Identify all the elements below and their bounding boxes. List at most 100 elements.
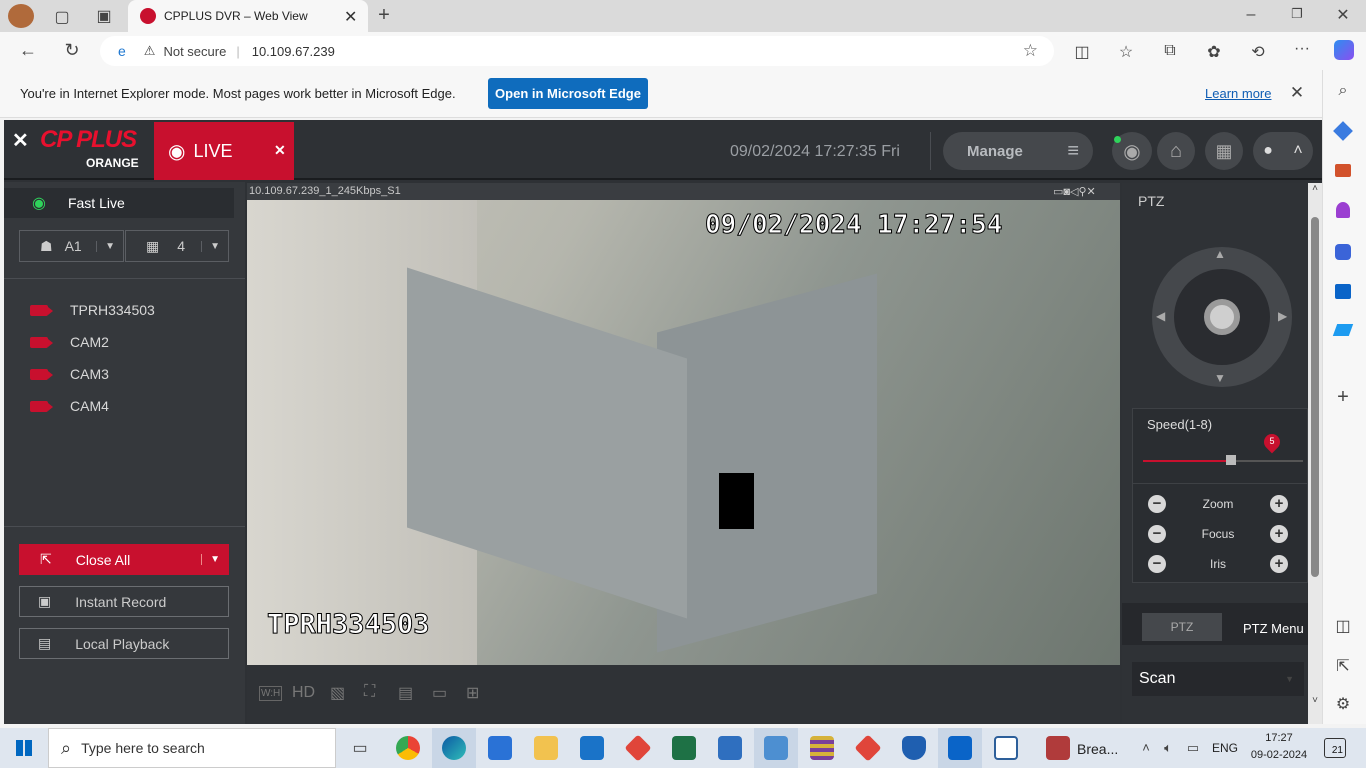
camera-item[interactable]: CAM3 [30,366,109,382]
iris-minus-button[interactable]: − [1148,555,1166,573]
hd-button[interactable]: HD [292,684,315,702]
more-menu-icon[interactable]: ··· [1292,40,1312,58]
camera-item[interactable]: TPRH334503 [30,302,155,318]
window-icon[interactable] [994,736,1018,760]
ptz-center-button[interactable] [1204,299,1240,335]
quad-window-icon[interactable]: ⊞ [466,683,479,703]
fast-live-header[interactable]: ◉ Fast Live [4,188,234,218]
active-tab[interactable]: CPPLUS DVR – Web View ✕ [128,0,368,32]
iris-plus-button[interactable]: + [1270,555,1288,573]
outlook-icon[interactable] [948,736,972,760]
scan-select[interactable]: Scan ▼ [1132,662,1304,696]
control-panel-icon[interactable] [764,736,788,760]
close-window-icon[interactable]: ✕ [1334,5,1352,25]
chevron-down-icon[interactable]: ▼ [201,554,220,565]
windows-start-icon[interactable] [16,740,32,756]
favorite-star-icon[interactable]: ☆ [1023,41,1038,61]
home-button[interactable]: ⌂ [1157,132,1195,170]
arrow-left-icon[interactable]: ◀ [1156,309,1165,323]
ptz-direction-pad[interactable]: ▲ ▼ ◀ ▶ [1152,247,1292,387]
extensions-icon[interactable]: ✿ [1204,42,1224,62]
fit-screen-icon[interactable]: ⛶ [364,683,375,701]
security-label[interactable]: Not secure [163,44,226,59]
close-all-button[interactable]: ⇱ Close All ▼ [19,544,229,575]
url-text[interactable]: 10.109.67.239 [252,44,335,59]
notifications-badge[interactable]: 21 [1324,738,1346,758]
ie-mode-icon[interactable]: e [118,43,126,59]
manage-button[interactable]: Manage ≡ [943,132,1093,170]
split-screen-icon[interactable]: ◫ [1072,42,1092,62]
group-select[interactable]: ☗ A1 ▼ [19,230,124,262]
single-window-icon[interactable]: ▤ [398,683,413,703]
scroll-thumb[interactable] [1311,217,1319,577]
tab-actions-icon[interactable]: ▣ [94,6,114,26]
outlook-icon[interactable] [1335,284,1351,299]
qr-button[interactable]: ▦ [1205,132,1243,170]
tab-ptz-menu[interactable]: PTZ Menu [1243,621,1304,636]
split-select[interactable]: ▦ 4 ▼ [125,230,229,262]
copilot-icon[interactable] [1334,40,1354,60]
favorites-icon[interactable]: ☆ [1116,42,1136,62]
close-bar-icon[interactable]: ✕ [1288,83,1306,103]
news-icon[interactable] [1046,736,1070,760]
tray-chevron-icon[interactable]: ˄ [1138,740,1154,755]
language-indicator[interactable]: ENG [1212,741,1238,755]
tab-ptz[interactable]: PTZ [1142,613,1222,641]
focus-minus-button[interactable]: − [1148,525,1166,543]
open-in-edge-button[interactable]: Open in Microsoft Edge [488,78,648,109]
arrow-down-icon[interactable]: ▼ [1214,371,1226,385]
volume-icon[interactable]: 🔈︎ [1160,740,1176,756]
security-shield-icon[interactable] [902,736,926,760]
search-icon[interactable]: ⌕ [1334,82,1352,100]
close-tab-icon[interactable]: ✕ [344,7,357,27]
camera-item[interactable]: CAM2 [30,334,109,350]
task-view-icon[interactable]: ▭ [350,738,370,758]
address-bar[interactable]: e ⚠ Not secure | 10.109.67.239 ☆ [100,36,1054,66]
tools-icon[interactable] [1335,164,1351,177]
vertical-scrollbar[interactable]: ˄ ˅ [1308,183,1322,724]
arrow-right-icon[interactable]: ▶ [1278,309,1287,323]
close-live-icon[interactable]: ✕ [274,142,286,159]
refresh-icon[interactable]: ↻ [62,40,82,61]
store-icon[interactable] [488,736,512,760]
minimize-icon[interactable]: – [1242,6,1260,24]
restore-icon[interactable]: ❐ [1288,6,1306,22]
ie-refresh-icon[interactable]: ⟲ [1248,42,1268,62]
new-tab-icon[interactable]: + [374,4,394,27]
excel-icon[interactable] [672,736,696,760]
learn-more-link[interactable]: Learn more [1205,86,1271,101]
chrome-icon[interactable] [396,736,420,760]
instant-record-button[interactable]: ▣ Instant Record [19,586,229,617]
folder-icon[interactable] [534,736,558,760]
games-icon[interactable] [1336,202,1350,218]
image-adjust-icon[interactable]: ▧ [330,683,345,703]
collections-icon[interactable]: ⧉ [1160,42,1180,60]
sidebar-toggle-icon[interactable]: ◫ [1334,616,1352,636]
full-window-icon[interactable]: ▭ [432,683,447,703]
network-icon[interactable]: ▭ [1184,740,1202,756]
camera-item[interactable]: CAM4 [30,398,109,414]
back-icon[interactable]: ← [18,40,38,61]
scroll-down-icon[interactable]: ˅ [1309,695,1321,706]
local-playback-button[interactable]: ▤ Local Playback [19,628,229,659]
winrar-icon[interactable] [810,736,834,760]
live-tab[interactable]: ◉ LIVE ✕ [154,122,294,180]
clock-date[interactable]: 09-02-2024 [1250,749,1308,761]
m365-icon[interactable] [1335,244,1351,260]
clock-time[interactable]: 17:27 [1250,732,1308,744]
video-controls-icon[interactable]: ▭◙◁⚲✕ [1053,185,1096,198]
user-menu-button[interactable]: ● ˄ [1253,132,1313,170]
document-icon[interactable] [718,736,742,760]
zoom-out-button[interactable]: − [1148,495,1166,513]
arrow-up-icon[interactable]: ▲ [1214,247,1226,261]
external-link-icon[interactable]: ⇱ [1334,656,1352,676]
edge-icon[interactable] [442,736,466,760]
settings-icon[interactable]: ⚙ [1334,694,1352,714]
speed-slider-thumb[interactable] [1226,455,1236,465]
focus-plus-button[interactable]: + [1270,525,1288,543]
profile-avatar[interactable] [8,4,34,28]
workspaces-icon[interactable]: ▢ [52,7,72,27]
mail-icon[interactable] [580,736,604,760]
scroll-up-icon[interactable]: ˄ [1309,183,1321,194]
aspect-ratio-button[interactable]: W:H [259,686,283,701]
